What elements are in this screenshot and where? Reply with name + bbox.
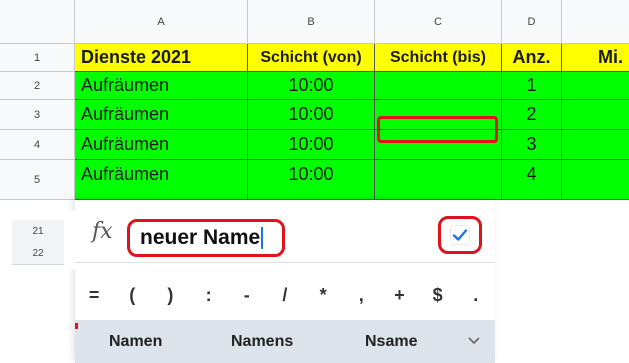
collapsed-row-headers: 21 22: [0, 210, 75, 270]
cell-d5[interactable]: 4: [502, 160, 562, 200]
column-header-d[interactable]: D: [502, 0, 562, 44]
symbol-key-asterisk[interactable]: *: [308, 285, 338, 306]
column-header-c[interactable]: C: [375, 0, 502, 44]
cell-e4[interactable]: [562, 130, 629, 160]
row-header-21[interactable]: 21: [12, 220, 64, 243]
cell-b3[interactable]: 10:00: [248, 100, 375, 130]
symbol-bar: = ( ) : - / * , + $ .: [75, 275, 495, 315]
suggestion-1[interactable]: Namen: [109, 333, 162, 351]
fx-icon: fx: [92, 219, 113, 244]
formula-input[interactable]: neuer Name: [127, 219, 285, 257]
suggestion-2[interactable]: Namens: [231, 333, 293, 351]
symbol-key-plus[interactable]: +: [384, 285, 414, 306]
symbol-key-open-paren[interactable]: (: [117, 285, 147, 306]
formula-input-value: neuer Name: [140, 226, 261, 249]
cell-a2[interactable]: Aufräumen: [75, 72, 248, 100]
symbol-key-dollar[interactable]: $: [423, 285, 453, 306]
cell-c1[interactable]: Schicht (bis): [375, 44, 502, 72]
cell-a4[interactable]: Aufräumen: [75, 130, 248, 160]
cell-e5[interactable]: [562, 160, 629, 200]
row-header-4[interactable]: 4: [0, 130, 75, 160]
row-header-1[interactable]: 1: [0, 44, 75, 72]
chevron-down-icon[interactable]: [467, 336, 481, 346]
cell-b4[interactable]: 10:00: [248, 130, 375, 160]
symbol-key-comma[interactable]: ,: [346, 285, 376, 306]
cell-c5[interactable]: [375, 160, 502, 200]
cell-b1[interactable]: Schicht (von): [248, 44, 375, 72]
cell-d1[interactable]: Anz.: [502, 44, 562, 72]
cell-c2[interactable]: [375, 72, 502, 100]
symbol-key-slash[interactable]: /: [270, 285, 300, 306]
symbol-key-equals[interactable]: =: [79, 285, 109, 306]
cell-b2[interactable]: 10:00: [248, 72, 375, 100]
cell-e2[interactable]: [562, 72, 629, 100]
cell-b5[interactable]: 10:00: [248, 160, 375, 200]
cell-a3[interactable]: Aufräumen: [75, 100, 248, 130]
cell-d3[interactable]: 2: [502, 100, 562, 130]
symbol-key-close-paren[interactable]: ): [155, 285, 185, 306]
selected-cell-highlight: [377, 116, 498, 143]
row-header-22[interactable]: 22: [12, 242, 64, 265]
edge-marker: [75, 323, 78, 329]
column-header-b[interactable]: B: [248, 0, 375, 44]
column-header-a[interactable]: A: [75, 0, 248, 44]
row-header-2[interactable]: 2: [0, 72, 75, 100]
check-icon: [450, 225, 470, 245]
cell-a5[interactable]: Aufräumen: [75, 160, 248, 200]
symbol-key-minus[interactable]: -: [232, 285, 262, 306]
cell-d2[interactable]: 1: [502, 72, 562, 100]
screenshot: A B C D 1 2 3 4 5 Dienste 2021 Schicht (…: [0, 0, 629, 363]
row-header-3[interactable]: 3: [0, 100, 75, 130]
corner-header[interactable]: [0, 0, 75, 44]
column-header-e[interactable]: [562, 0, 629, 44]
cell-d4[interactable]: 3: [502, 130, 562, 160]
panel-divider: [75, 262, 495, 263]
text-caret: [261, 227, 264, 249]
cell-e1[interactable]: Mi.: [562, 44, 629, 72]
keyboard-suggestion-bar: Namen Namens Nsame: [75, 320, 495, 363]
confirm-button[interactable]: [438, 216, 482, 254]
symbol-key-period[interactable]: .: [461, 285, 491, 306]
symbol-key-colon[interactable]: :: [194, 285, 224, 306]
row-header-5[interactable]: 5: [0, 160, 75, 200]
cell-a1[interactable]: Dienste 2021: [75, 44, 248, 72]
cell-e3[interactable]: [562, 100, 629, 130]
suggestion-3[interactable]: Nsame: [365, 333, 417, 351]
